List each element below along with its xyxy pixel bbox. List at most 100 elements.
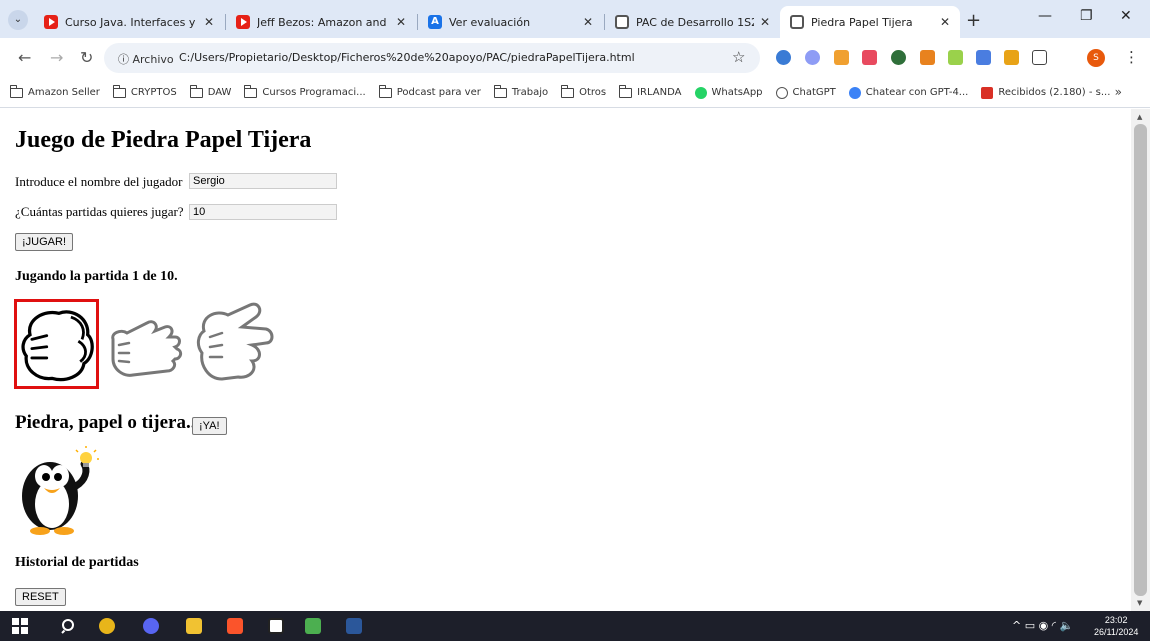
gpt-icon: [848, 86, 861, 99]
folder-icon: [112, 84, 126, 98]
games-label: ¿Cuántas partidas quieres jugar?: [15, 204, 184, 219]
reset-button[interactable]: RESET: [15, 588, 66, 606]
new-tab-icon[interactable]: +: [966, 10, 981, 31]
folder-icon: [493, 84, 507, 98]
forward-icon[interactable]: →: [50, 48, 63, 67]
tab-curso-java[interactable]: Curso Java. Interfaces y clase ✕: [34, 6, 224, 38]
folder-icon: [619, 84, 633, 98]
bookmark-star-icon[interactable]: ☆: [732, 48, 745, 66]
game-status: Jugando la partida 1 de 10.: [15, 269, 178, 284]
minimize-icon[interactable]: —: [1038, 8, 1052, 24]
go-button[interactable]: ¡YA!: [192, 417, 227, 435]
tab-piedra-papel-tijera[interactable]: Piedra Papel Tijera ✕: [780, 6, 960, 38]
folder-icon: [378, 84, 392, 98]
folder-icon: [561, 84, 575, 98]
bookmark-irlanda[interactable]: IRLANDA: [619, 84, 682, 98]
extension-leaf-icon[interactable]: [948, 50, 963, 65]
choice-prompt: Piedra, papel o tijera....: [15, 412, 205, 433]
site-info-button[interactable]: ⓘ Archivo: [118, 51, 174, 67]
extension-green-icon[interactable]: [891, 50, 906, 65]
scissors-choice-icon[interactable]: [192, 299, 277, 389]
window-close-icon[interactable]: ✕: [1120, 8, 1132, 24]
bookmark-chatgpt[interactable]: ChatGPT: [775, 86, 836, 99]
extension-red-icon[interactable]: [862, 50, 877, 65]
bookmark-cursos[interactable]: Cursos Programaci...: [244, 84, 366, 98]
discord-icon[interactable]: [143, 618, 159, 634]
penguin-mascot-icon: [22, 446, 99, 535]
chrome-icon[interactable]: [99, 618, 115, 634]
a-icon: A: [428, 15, 442, 29]
restore-icon[interactable]: ❐: [1080, 8, 1093, 24]
word-icon[interactable]: [346, 618, 362, 634]
scroll-up-icon[interactable]: ▲: [1137, 113, 1142, 121]
bookmark-whatsapp[interactable]: WhatsApp: [694, 86, 763, 99]
page-scrollbar[interactable]: ▲ ▼: [1131, 109, 1150, 611]
globe-icon: [790, 15, 804, 29]
bookmark-gmail[interactable]: Recibidos (2.180) - s...: [981, 86, 1110, 99]
extension-blue-icon[interactable]: [776, 50, 791, 65]
youtube-icon: [236, 15, 250, 29]
clock-date: 26/11/2024: [1094, 627, 1139, 637]
folder-icon: [189, 84, 203, 98]
page-content: Juego de Piedra Papel Tijera Introduce e…: [0, 109, 1131, 611]
windows-start-icon[interactable]: [12, 618, 28, 634]
clock-time: 23:02: [1104, 615, 1128, 625]
taskbar-clock[interactable]: 23:02 26/11/2024: [1094, 614, 1138, 638]
bookmark-otros[interactable]: Otros: [561, 84, 606, 98]
history-title: Historial de partidas: [15, 555, 139, 570]
tab-ver-evaluacion[interactable]: A Ver evaluación ✕: [418, 6, 603, 38]
folder-icon: [10, 84, 23, 98]
profile-avatar[interactable]: S: [1087, 49, 1105, 67]
translate-icon[interactable]: [976, 50, 991, 65]
bookmarks-more-icon[interactable]: »: [1115, 85, 1122, 99]
whatsapp-icon: [694, 86, 707, 99]
more-menu-icon[interactable]: ⋮: [1124, 48, 1139, 66]
taskbar-search-icon[interactable]: [61, 618, 77, 634]
metamask-icon[interactable]: [920, 50, 935, 65]
extensions-puzzle-icon[interactable]: [1032, 50, 1047, 65]
browser-toolbar: ← → ↻ ⓘ Archivo C:/Users/Propietario/Des…: [0, 38, 1150, 78]
scroll-thumb[interactable]: [1134, 124, 1147, 596]
bookmark-trabajo[interactable]: Trabajo: [493, 84, 548, 98]
rock-choice-icon[interactable]: [14, 299, 99, 389]
close-icon[interactable]: ✕: [760, 15, 770, 29]
url-text: C:/Users/Propietario/Desktop/Ficheros%20…: [179, 51, 635, 64]
tab-jeff-bezos[interactable]: Jeff Bezos: Amazon and Blue ✕: [226, 6, 416, 38]
reload-icon[interactable]: ↻: [80, 48, 93, 67]
notepad-icon[interactable]: [305, 618, 321, 634]
youtube-icon: [44, 15, 58, 29]
extension-orange-icon[interactable]: [834, 50, 849, 65]
player-name-input[interactable]: Sergio: [189, 173, 337, 189]
system-tray-icons[interactable]: ^ ▭ ◉ ◜ 🔈: [1012, 619, 1073, 632]
bookmark-cryptos[interactable]: CRYPTOS: [112, 84, 177, 98]
bookmark-gpt4[interactable]: Chatear con GPT-4...: [848, 86, 968, 99]
file-explorer-icon[interactable]: [186, 618, 202, 634]
scroll-down-icon[interactable]: ▼: [1137, 599, 1142, 607]
tab-pac-desarrollo[interactable]: PAC de Desarrollo 1S2425.do ✕: [605, 6, 780, 38]
name-label: Introduce el nombre del jugador: [15, 174, 183, 189]
windows-taskbar: ^ ▭ ◉ ◜ 🔈 23:02 26/11/2024: [0, 611, 1150, 641]
notion-icon[interactable]: [268, 618, 284, 634]
tab-search-icon[interactable]: ⌄: [8, 10, 28, 30]
gmail-icon: [981, 86, 994, 99]
back-icon[interactable]: ←: [18, 48, 31, 67]
close-icon[interactable]: ✕: [940, 15, 950, 29]
close-icon[interactable]: ✕: [204, 15, 214, 29]
globe-icon: [615, 15, 629, 29]
bookmark-podcast[interactable]: Podcast para ver: [378, 84, 481, 98]
extension-r-icon[interactable]: [1004, 50, 1019, 65]
bookmark-daw[interactable]: DAW: [189, 84, 231, 98]
bookmarks-bar: Amazon Seller CRYPTOS DAW Cursos Program…: [0, 78, 1150, 108]
address-bar[interactable]: ⓘ Archivo C:/Users/Propietario/Desktop/F…: [104, 43, 760, 73]
play-button[interactable]: ¡JUGAR!: [15, 233, 73, 251]
extension-purple-icon[interactable]: [805, 50, 820, 65]
close-icon[interactable]: ✕: [583, 15, 593, 29]
games-count-input[interactable]: 10: [189, 204, 337, 220]
page-title: Juego de Piedra Papel Tijera: [15, 127, 312, 153]
bookmark-amazon-seller[interactable]: Amazon Seller: [10, 84, 100, 98]
close-icon[interactable]: ✕: [396, 15, 406, 29]
brave-icon[interactable]: [227, 618, 243, 634]
tab-strip: ⌄ Curso Java. Interfaces y clase ✕ Jeff …: [0, 0, 1150, 38]
chatgpt-icon: [775, 86, 788, 99]
paper-choice-icon[interactable]: [103, 299, 188, 389]
